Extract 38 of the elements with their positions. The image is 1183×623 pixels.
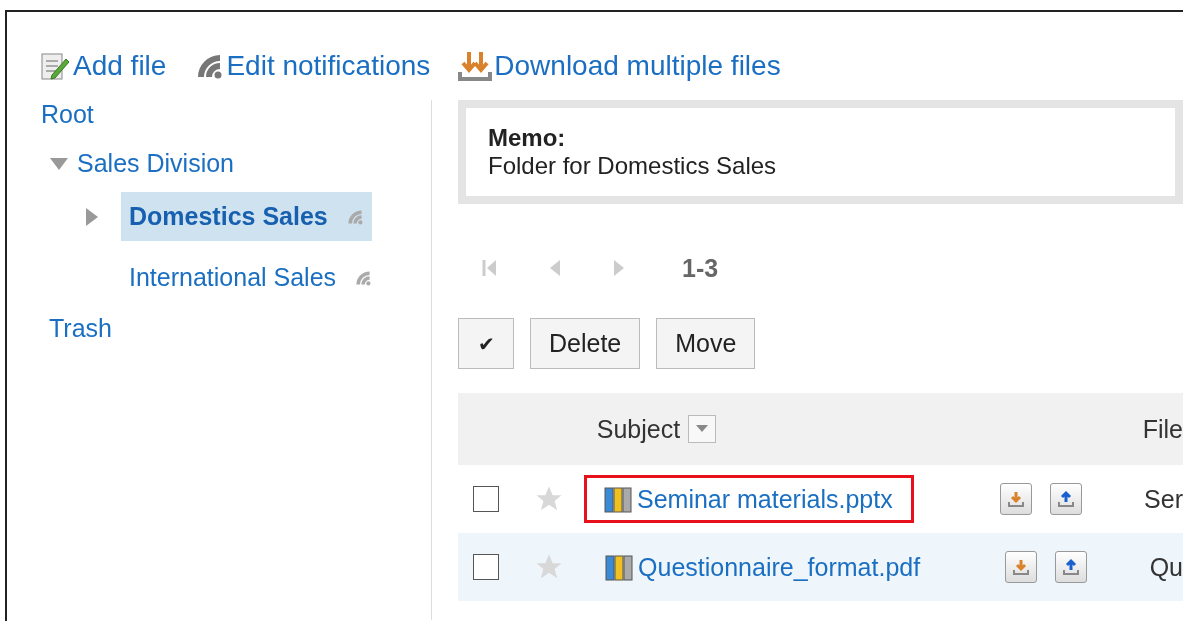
toolbar-link[interactable]: Add file xyxy=(39,48,167,84)
binders-icon xyxy=(603,484,633,514)
checkbox[interactable] xyxy=(472,486,499,512)
file-link[interactable]: Questionnaire_format.pdf xyxy=(585,543,942,591)
upload-icon xyxy=(1057,490,1076,508)
tree-item[interactable]: Trash xyxy=(49,314,112,343)
file-link[interactable]: Seminar materials.pptx xyxy=(584,475,914,523)
caret-down-icon[interactable] xyxy=(49,156,69,171)
checkbox[interactable] xyxy=(472,554,499,580)
table-cell-text: Ser xyxy=(1143,484,1183,514)
download-icon xyxy=(458,50,493,82)
note-pencil-icon xyxy=(39,50,71,82)
download-button[interactable] xyxy=(1004,551,1037,583)
action-button[interactable]: Move xyxy=(656,318,756,369)
download-icon xyxy=(1011,558,1030,576)
folder-item[interactable]: International Sales xyxy=(121,253,381,302)
download-button[interactable] xyxy=(1000,483,1033,515)
table-cell-text: Qu xyxy=(1148,552,1183,582)
toolbar-link[interactable]: Edit notifications xyxy=(194,48,431,84)
caret-down-icon xyxy=(696,425,709,433)
caret-right-icon[interactable] xyxy=(85,205,99,228)
download-icon xyxy=(1007,490,1026,508)
upload-icon xyxy=(1061,558,1080,576)
action-button[interactable]: Delete xyxy=(530,318,641,369)
memo-text: Folder for Domestics Sales xyxy=(488,152,778,180)
upload-button[interactable] xyxy=(1050,483,1083,515)
column-header: Subject xyxy=(596,414,681,444)
folder-item[interactable]: Domestics Sales xyxy=(121,192,372,241)
upload-button[interactable] xyxy=(1054,551,1087,583)
tree-item[interactable]: Sales Division xyxy=(77,149,234,178)
memo-label: Memo: xyxy=(488,124,567,152)
select-all-button[interactable]: ✔ xyxy=(458,318,514,369)
toolbar-link[interactable]: Download multiple files xyxy=(458,48,781,84)
dropdown-button[interactable] xyxy=(688,415,717,443)
tree-item[interactable]: Root xyxy=(41,100,94,139)
binders-icon xyxy=(604,552,635,582)
column-header: File xyxy=(1141,414,1183,444)
page-range: 1-3 xyxy=(682,253,719,283)
